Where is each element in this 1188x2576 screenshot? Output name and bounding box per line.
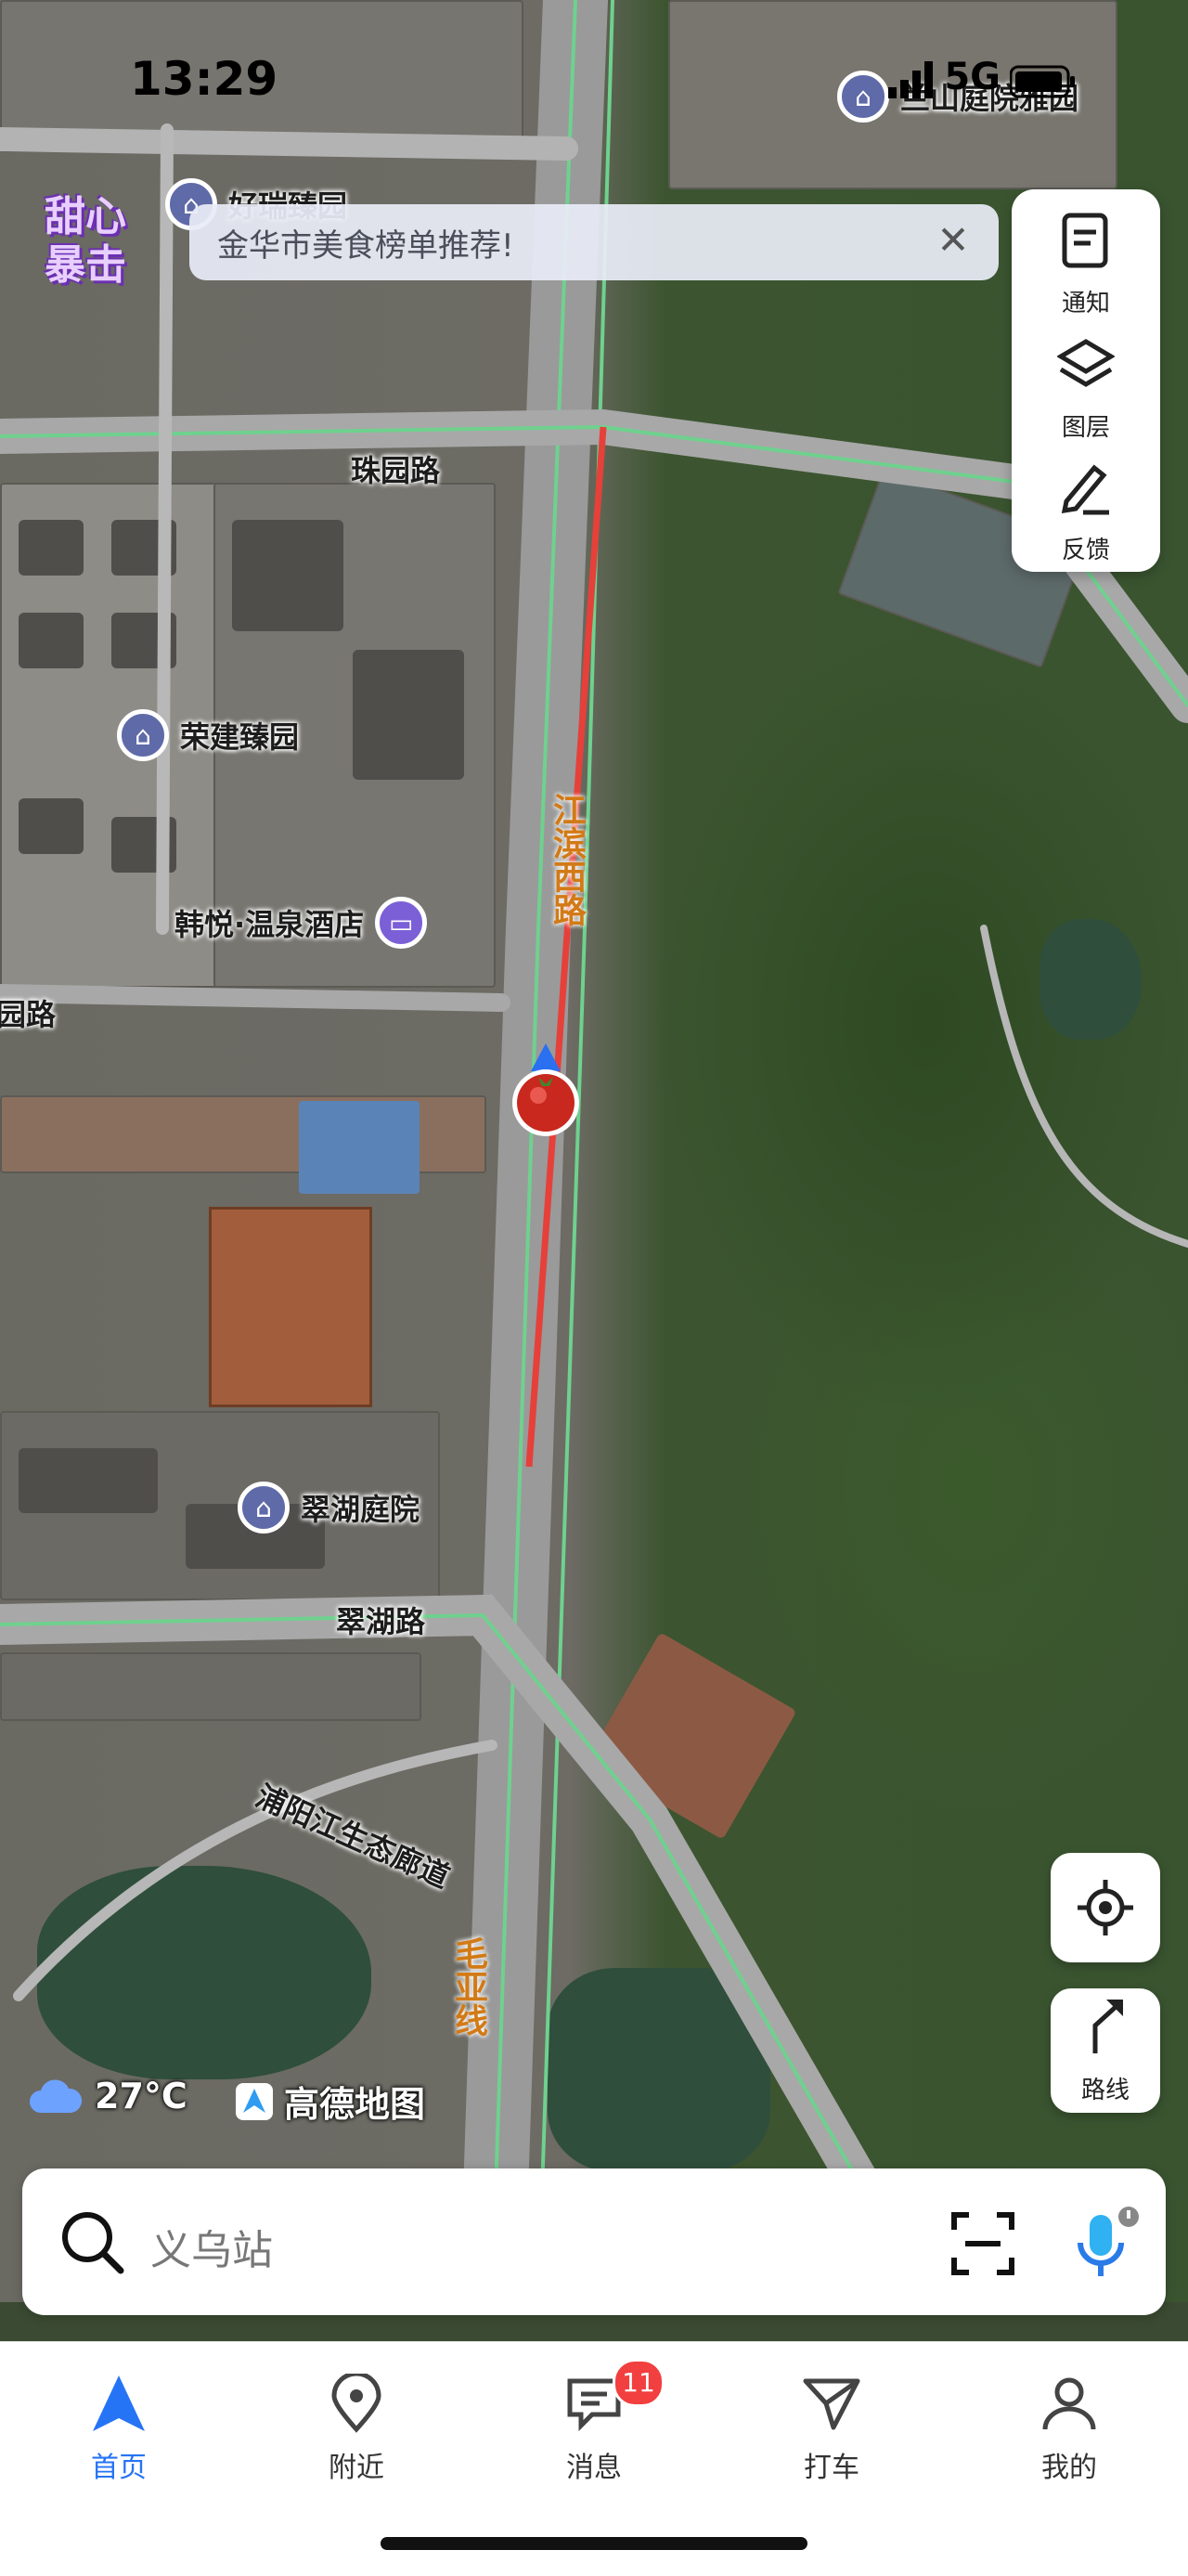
tab-label: 附近 [329, 2452, 384, 2484]
tab-nearby[interactable]: 附近 [238, 2368, 475, 2485]
locate-button[interactable] [1051, 1853, 1160, 1962]
notice-button[interactable]: 通知 [1012, 195, 1160, 317]
current-location-icon [512, 1043, 579, 1136]
residence-icon: ⌂ [238, 1482, 290, 1534]
cloud-icon [30, 2079, 82, 2113]
hotel-bed-icon: ▭ [375, 897, 428, 949]
tool-label: 图层 [1061, 414, 1110, 442]
road-label-maoya: 毛亚线 [449, 1936, 487, 2037]
tab-taxi[interactable]: 打车 [713, 2368, 950, 2485]
taxi-icon [713, 2368, 950, 2439]
tab-profile[interactable]: 我的 [950, 2368, 1188, 2485]
tool-label: 反馈 [1061, 537, 1110, 564]
notice-icon [1012, 212, 1160, 280]
road-label-jiangbin: 江滨西路 [548, 793, 586, 926]
layers-icon [1012, 336, 1160, 405]
weather-widget[interactable]: 27°C [28, 2076, 187, 2116]
map-tool-panel: 通知 图层 反馈 [1012, 189, 1160, 572]
banner-text: 金华市美食榜单推荐! [217, 227, 514, 265]
message-icon: 11 [475, 2359, 713, 2439]
tab-label: 打车 [804, 2452, 859, 2484]
route-label: 路线 [1080, 2077, 1130, 2104]
location-pin-icon [238, 2368, 475, 2439]
poi-hanyue[interactable]: ▭ 韩悦·温泉酒店 [174, 897, 428, 949]
road-network [0, 0, 1188, 2302]
poi-rongjian[interactable]: ⌂ 荣建臻园 [117, 709, 299, 761]
road-label-partial: 园路 [0, 997, 57, 1032]
poi-label: 翠湖庭院 [301, 1492, 420, 1527]
locate-icon [1078, 1880, 1133, 1935]
home-indicator [381, 2537, 807, 2550]
home-arrow-icon [0, 2368, 238, 2439]
amap-logo-text: 高德地图 [284, 2084, 426, 2125]
tab-label: 我的 [1041, 2452, 1097, 2484]
status-indicators: 5G [888, 56, 1077, 98]
residence-icon: ⌂ [837, 71, 889, 123]
search-bar[interactable]: 义乌站 [22, 2168, 1166, 2315]
tab-label: 首页 [91, 2452, 147, 2484]
search-icon [62, 2212, 124, 2274]
road-label-zhuyuan: 珠园路 [351, 453, 441, 488]
tool-label: 通知 [1061, 290, 1110, 317]
close-icon[interactable]: ✕ [932, 221, 975, 264]
tab-messages[interactable]: 11 消息 [475, 2359, 713, 2485]
bottom-tab-bar: 首页 附近 11 消息 打车 我的 [0, 2341, 1188, 2576]
feedback-icon [1012, 459, 1160, 527]
route-button[interactable]: 路线 [1051, 1988, 1160, 2113]
poi-cuihu-court[interactable]: ⌂ 翠湖庭院 [238, 1482, 420, 1534]
status-time: 13:29 [130, 52, 278, 106]
network-label: 5G [944, 56, 1001, 98]
promo-brand-badge[interactable]: 甜心暴击 [30, 193, 141, 295]
poi-label: 韩悦·温泉酒店 [174, 907, 365, 942]
signal-icon [888, 61, 934, 98]
message-count-badge: 11 [613, 2359, 665, 2407]
tab-home[interactable]: 首页 [0, 2368, 238, 2485]
profile-icon [950, 2368, 1188, 2439]
promo-banner[interactable]: 金华市美食榜单推荐! ✕ [189, 204, 999, 280]
tab-label: 消息 [566, 2452, 622, 2484]
scan-icon[interactable] [950, 2211, 1015, 2276]
battery-icon [1010, 65, 1075, 98]
feedback-button[interactable]: 反馈 [1012, 442, 1160, 564]
road-label-cuihu: 翠湖路 [336, 1604, 426, 1639]
voice-mic-icon[interactable] [1062, 2202, 1145, 2285]
amap-logo-icon [236, 2082, 273, 2120]
temperature: 27°C [95, 2076, 187, 2116]
route-icon [1051, 1994, 1160, 2071]
residence-icon: ⌂ [117, 709, 169, 761]
layers-button[interactable]: 图层 [1012, 319, 1160, 442]
amap-logo: 高德地图 [234, 2076, 425, 2127]
poi-label: 荣建臻园 [180, 719, 300, 755]
satellite-map[interactable]: 珠园路 江滨西路 翠湖路 浦阳江生态廊道 毛亚线 园路 ⌂ 兰山庭院雅园 ⌂ 好… [0, 0, 1188, 2302]
search-input[interactable]: 义乌站 [150, 2217, 273, 2276]
